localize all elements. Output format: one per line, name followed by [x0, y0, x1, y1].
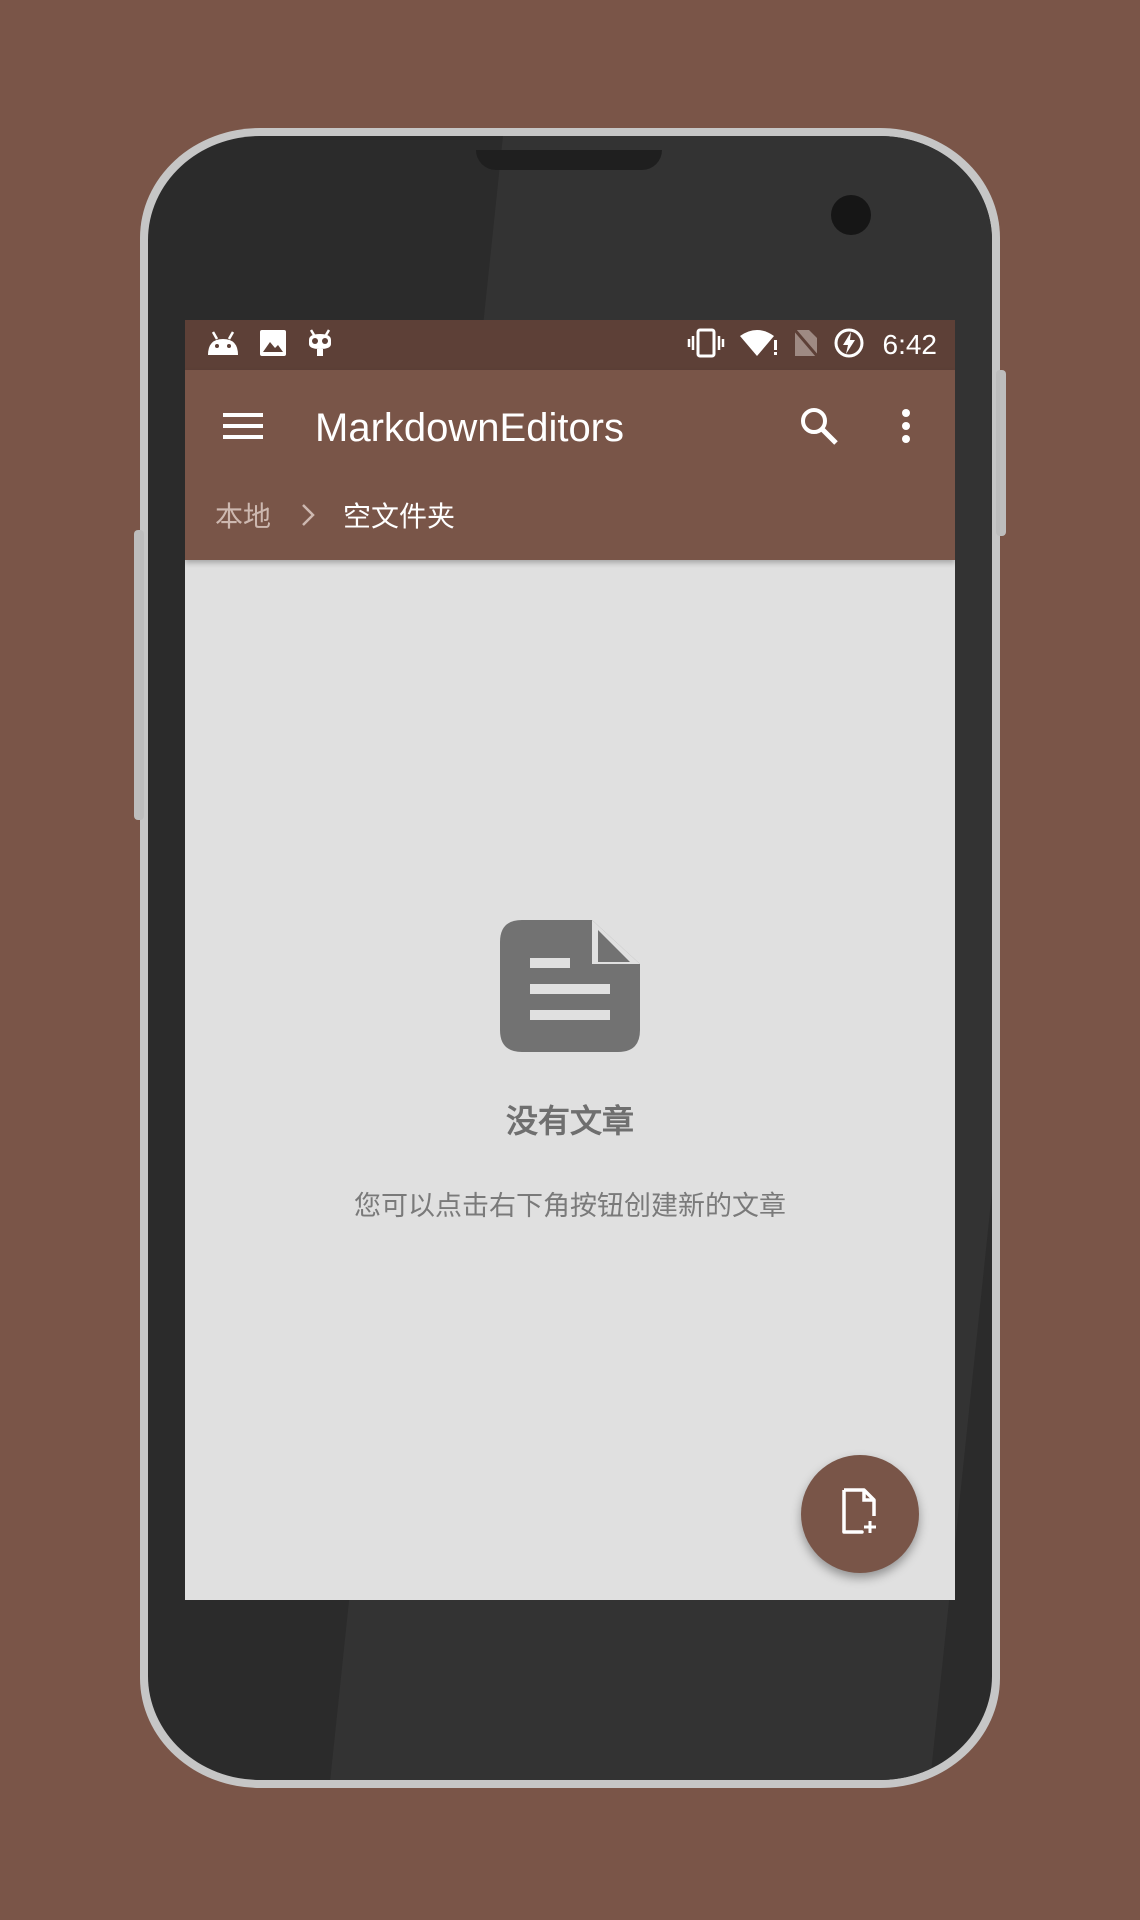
- app-screen: 6:42 MarkdownEditors 本地 空文件夹 没有文章 您可以点击右…: [185, 320, 955, 1600]
- front-camera: [831, 195, 871, 235]
- menu-button[interactable]: [215, 400, 271, 456]
- android-icon: [205, 329, 241, 361]
- image-icon: [259, 329, 287, 361]
- breadcrumb-current: 空文件夹: [343, 500, 456, 533]
- hamburger-menu-icon: [223, 411, 263, 445]
- status-time: 6:42: [882, 329, 938, 360]
- status-bar: 6:42: [185, 320, 955, 370]
- more-vert-icon: [900, 408, 912, 448]
- no-sim-icon: [792, 328, 819, 362]
- battery-charging-icon: [833, 327, 865, 363]
- new-file-icon: [840, 1488, 880, 1540]
- cyanogen-icon: [305, 328, 335, 362]
- status-left-icons: [205, 328, 335, 362]
- vibrate-icon: [687, 328, 725, 362]
- breadcrumb-root[interactable]: 本地: [215, 495, 271, 535]
- breadcrumb: 本地 空文件夹: [215, 490, 455, 540]
- search-icon: [799, 406, 839, 450]
- empty-title: 没有文章: [505, 1102, 634, 1140]
- more-options-button[interactable]: [881, 400, 931, 456]
- chevron-right-icon: [301, 503, 315, 527]
- search-button[interactable]: [791, 400, 847, 456]
- earpiece: [476, 150, 662, 170]
- volume-button: [134, 530, 144, 820]
- empty-subtitle: 您可以点击右下角按钮创建新的文章: [354, 1191, 786, 1222]
- app-title: MarkdownEditors: [315, 406, 625, 450]
- status-right-icons: 6:42: [687, 327, 938, 363]
- new-article-fab[interactable]: [801, 1455, 919, 1573]
- empty-state: 没有文章 您可以点击右下角按钮创建新的文章: [185, 920, 955, 1223]
- app-toolbar: MarkdownEditors 本地 空文件夹: [185, 370, 955, 560]
- wifi-icon: [739, 328, 779, 362]
- document-icon: [500, 920, 640, 1052]
- power-button: [996, 370, 1006, 536]
